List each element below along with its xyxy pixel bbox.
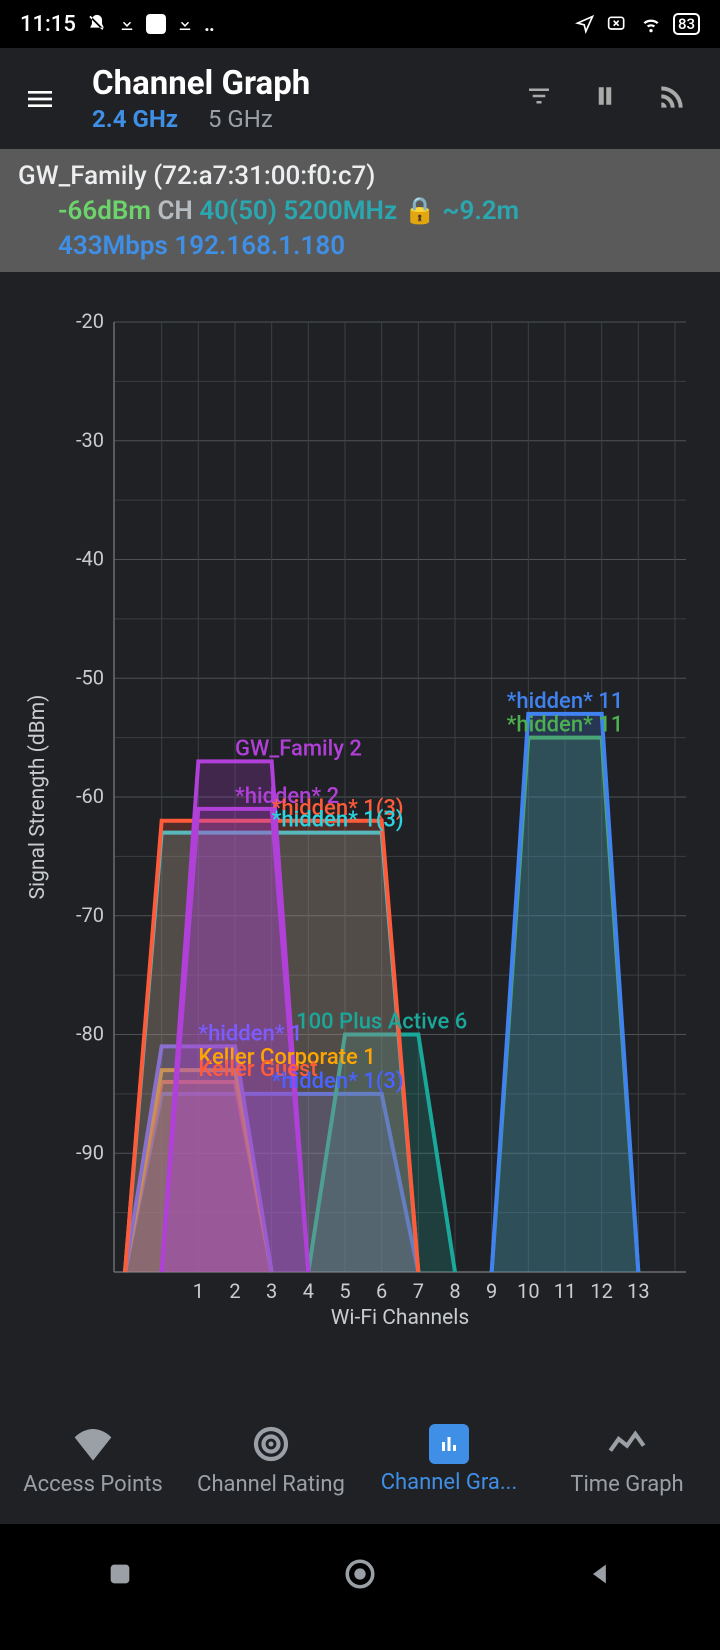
- tab-label: Channel Gra...: [381, 1470, 518, 1495]
- tab-channel-graph[interactable]: Channel Gra...: [360, 1424, 538, 1495]
- connection-bssid: (72:a7:31:00:f0:c7): [153, 161, 375, 191]
- nav-recents[interactable]: [60, 1560, 180, 1588]
- status-right: 83: [575, 13, 700, 35]
- wifi-fan-icon: [71, 1422, 115, 1466]
- lock-icon: 🔒: [404, 196, 436, 226]
- status-bar: 11:15 ‥ 83: [0, 0, 720, 48]
- tab-2-4ghz[interactable]: 2.4 GHz: [92, 105, 178, 133]
- svg-text:9: 9: [486, 1279, 497, 1303]
- connection-mbps: 433Mbps: [58, 231, 168, 261]
- bar-chart-icon: [429, 1424, 469, 1464]
- battery-indicator: 83: [673, 13, 700, 35]
- svg-text:*hidden* 11: *hidden* 11: [507, 713, 624, 738]
- status-time: 11:15: [20, 12, 76, 37]
- svg-text:-30: -30: [76, 428, 104, 452]
- nav-home[interactable]: [300, 1557, 420, 1591]
- bottom-tab-bar: Access Points Channel Rating Channel Gra…: [0, 1394, 720, 1524]
- svg-text:-60: -60: [76, 784, 104, 808]
- svg-text:-90: -90: [76, 1141, 104, 1165]
- svg-text:7: 7: [413, 1279, 424, 1303]
- connection-dbm: -66dBm: [58, 196, 151, 226]
- svg-text:Signal Strength (dBm): Signal Strength (dBm): [26, 695, 50, 900]
- svg-text:*hidden* 1(3): *hidden* 1(3): [272, 1069, 404, 1094]
- circle-icon: [343, 1557, 377, 1591]
- hamburger-icon: [24, 83, 56, 115]
- square-icon: [146, 14, 166, 34]
- nav-back[interactable]: [540, 1560, 660, 1588]
- svg-text:-40: -40: [76, 547, 104, 571]
- line-chart-icon: [605, 1422, 649, 1466]
- svg-text:1: 1: [193, 1279, 204, 1303]
- signal-icon: [656, 81, 688, 113]
- pause-button[interactable]: [590, 81, 620, 117]
- tab-5ghz[interactable]: 5 GHz: [208, 105, 273, 133]
- svg-text:*hidden* 11: *hidden* 11: [507, 689, 624, 714]
- svg-text:6: 6: [376, 1279, 387, 1303]
- svg-text:10: 10: [517, 1279, 539, 1303]
- connection-channel: 40(50): [199, 196, 277, 226]
- channel-graph-chart[interactable]: -20-30-40-50-60-70-80-901234567891011121…: [0, 272, 720, 1394]
- app-header: Channel Graph 2.4 GHz 5 GHz: [0, 48, 720, 149]
- location-icon: [575, 14, 595, 34]
- tab-label: Time Graph: [570, 1472, 683, 1497]
- page-title: Channel Graph: [92, 64, 310, 103]
- svg-text:GW_Family 2: GW_Family 2: [235, 737, 362, 762]
- svg-text:-80: -80: [76, 1022, 104, 1046]
- connection-net-line: 433Mbps 192.168.1.180: [18, 229, 702, 264]
- svg-text:3: 3: [266, 1279, 277, 1303]
- wifi-icon: [639, 14, 663, 34]
- svg-text:*hidden* 1(3): *hidden* 1(3): [272, 808, 404, 833]
- svg-text:11: 11: [554, 1279, 576, 1303]
- svg-text:Wi-Fi Channels: Wi-Fi Channels: [331, 1306, 469, 1330]
- svg-text:*hidden* 1: *hidden* 1: [198, 1022, 302, 1047]
- status-dots: ‥: [204, 12, 217, 37]
- svg-text:5: 5: [339, 1279, 350, 1303]
- menu-button[interactable]: [8, 83, 72, 115]
- mute-icon: [86, 13, 108, 35]
- target-icon: [249, 1422, 293, 1466]
- band-tabs: 2.4 GHz 5 GHz: [92, 105, 273, 133]
- tab-time-graph[interactable]: Time Graph: [538, 1422, 716, 1497]
- svg-text:100 Plus Active 6: 100 Plus Active 6: [296, 1010, 467, 1035]
- download-icon: [118, 14, 136, 34]
- filter-button[interactable]: [524, 81, 554, 117]
- connection-distance: ~9.2m: [442, 196, 519, 226]
- svg-text:13: 13: [627, 1279, 649, 1303]
- status-left: 11:15 ‥: [20, 12, 217, 37]
- svg-text:-70: -70: [76, 903, 104, 927]
- svg-text:-20: -20: [76, 309, 104, 333]
- tab-label: Access Points: [23, 1472, 163, 1497]
- android-nav-bar: [0, 1524, 720, 1624]
- connection-stats-line: -66dBm CH 40(50) 5200MHz 🔒 ~9.2m: [18, 194, 702, 229]
- header-actions: [524, 81, 712, 117]
- svg-text:12: 12: [590, 1279, 612, 1303]
- tab-access-points[interactable]: Access Points: [4, 1422, 182, 1497]
- no-sim-icon: [605, 14, 629, 34]
- connection-banner[interactable]: GW_Family (72:a7:31:00:f0:c7) -66dBm CH …: [0, 149, 720, 272]
- svg-text:8: 8: [449, 1279, 460, 1303]
- svg-text:4: 4: [303, 1279, 314, 1303]
- download-icon-2: [176, 14, 194, 34]
- svg-text:2: 2: [229, 1279, 240, 1303]
- header-title-block: Channel Graph 2.4 GHz 5 GHz: [72, 64, 524, 133]
- scanner-button[interactable]: [656, 81, 688, 117]
- filter-icon: [524, 81, 554, 111]
- triangle-back-icon: [586, 1560, 614, 1588]
- connection-ch-label: CH: [157, 196, 192, 226]
- connection-freq: 5200MHz: [283, 196, 397, 226]
- connection-ssid: GW_Family: [18, 161, 147, 191]
- chart-svg: -20-30-40-50-60-70-80-901234567891011121…: [16, 302, 704, 1362]
- connection-ip: 192.168.1.180: [174, 231, 345, 261]
- tab-channel-rating[interactable]: Channel Rating: [182, 1422, 360, 1497]
- pause-icon: [590, 81, 620, 111]
- tab-label: Channel Rating: [197, 1472, 345, 1497]
- svg-text:-50: -50: [76, 666, 104, 690]
- square-icon: [106, 1560, 134, 1588]
- connection-ssid-line: GW_Family (72:a7:31:00:f0:c7): [18, 159, 702, 194]
